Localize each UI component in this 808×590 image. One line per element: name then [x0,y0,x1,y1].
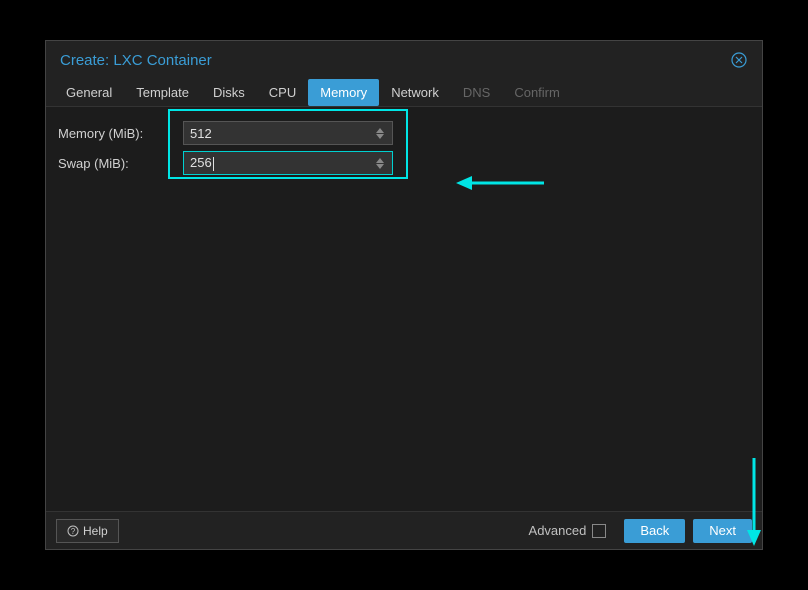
spinner-arrows-icon[interactable] [374,128,386,139]
tab-network[interactable]: Network [379,79,451,106]
dialog-title: Create: LXC Container [60,52,212,69]
back-button[interactable]: Back [624,519,685,543]
swap-label: Swap (MiB): [58,156,183,171]
tab-general[interactable]: General [54,79,124,106]
swap-value: 256 [190,155,374,171]
memory-input[interactable]: 512 [183,121,393,145]
memory-value: 512 [190,126,374,141]
chevron-down-icon [376,164,384,169]
tab-confirm: Confirm [502,79,572,106]
swap-row: Swap (MiB): 256 [58,151,750,175]
memory-row: Memory (MiB): 512 [58,121,750,145]
tab-template[interactable]: Template [124,79,201,106]
advanced-toggle: Advanced [529,523,607,538]
help-icon: ? [67,525,79,537]
chevron-up-icon [376,158,384,163]
tab-dns: DNS [451,79,502,106]
dialog-footer: ? Help Advanced Back Next [46,511,762,549]
swap-input[interactable]: 256 [183,151,393,175]
close-button[interactable] [730,51,748,69]
tab-disks[interactable]: Disks [201,79,257,106]
close-icon [731,52,747,68]
next-button[interactable]: Next [693,519,752,543]
advanced-checkbox[interactable] [592,524,606,538]
help-label: Help [83,524,108,538]
tab-memory[interactable]: Memory [308,79,379,106]
dialog-content: Memory (MiB): 512 Swap (MiB): 256 [46,107,762,511]
wizard-tabs: General Template Disks CPU Memory Networ… [46,75,762,107]
tab-cpu[interactable]: CPU [257,79,308,106]
memory-label: Memory (MiB): [58,126,183,141]
help-button[interactable]: ? Help [56,519,119,543]
dialog-header: Create: LXC Container [46,41,762,75]
chevron-down-icon [376,134,384,139]
svg-text:?: ? [71,527,76,536]
chevron-up-icon [376,128,384,133]
create-container-dialog: Create: LXC Container General Template D… [45,40,763,550]
spinner-arrows-icon[interactable] [374,158,386,169]
advanced-label: Advanced [529,523,587,538]
text-cursor [213,157,214,171]
